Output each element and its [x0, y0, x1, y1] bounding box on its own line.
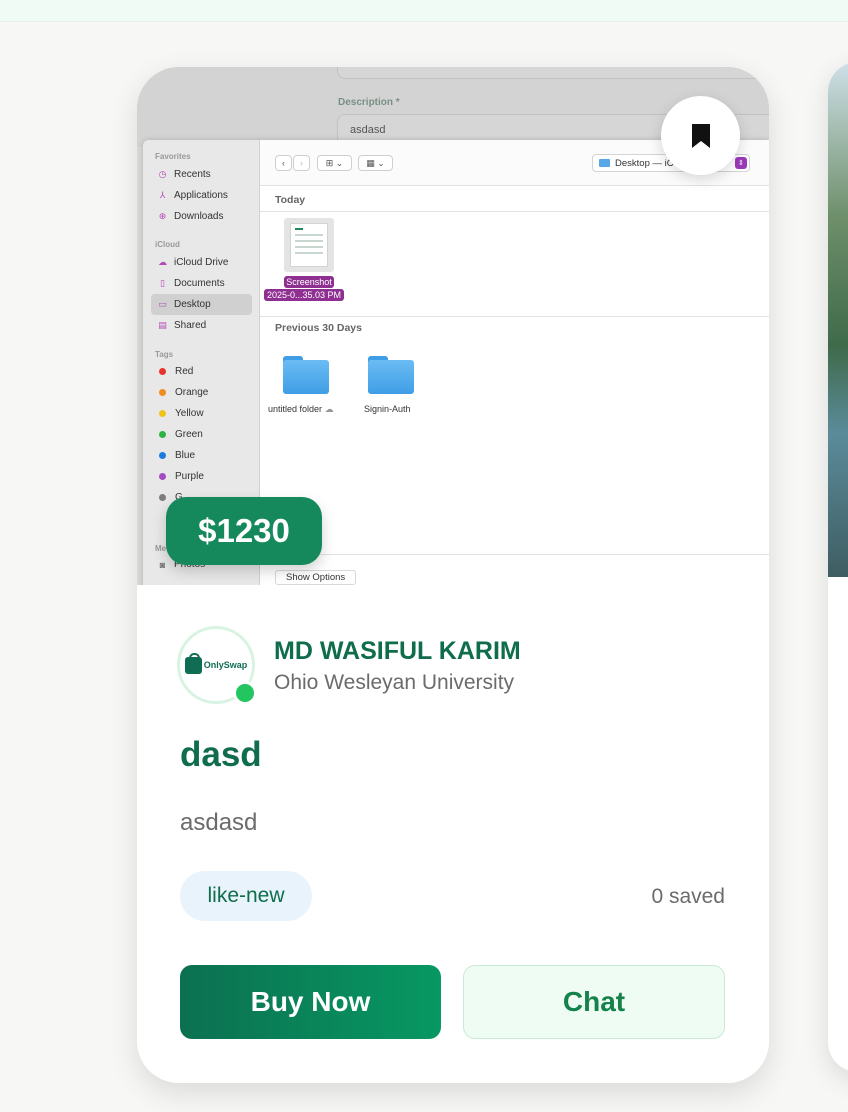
seller-name[interactable]: MD WASIFUL KARIM — [274, 637, 521, 666]
divider — [260, 211, 769, 212]
tag-blue: Blue — [151, 445, 252, 466]
section-today: Today — [275, 194, 306, 206]
show-options-button: Show Options — [275, 570, 357, 585]
sidebar-item-desktop: ▭ Desktop — [151, 294, 252, 315]
tag-yellow: Yellow — [151, 403, 252, 424]
condition-badge: like-new — [180, 871, 312, 921]
screenshot-file-thumbnail — [284, 218, 334, 272]
tag-orange: Orange — [151, 382, 252, 403]
screenshot-file-date: 2025-0...35.03 PM — [264, 289, 345, 301]
folder-icon — [283, 356, 329, 394]
next-listing-image[interactable] — [828, 62, 848, 577]
tag-red: Red — [151, 361, 252, 382]
folder-icon — [599, 159, 610, 167]
sidebar-item-downloads: ⊕ Downloads — [158, 211, 224, 222]
section-previous-30-days: Previous 30 Days — [275, 322, 362, 334]
form-field-top — [337, 67, 769, 79]
tag-green: Green — [151, 424, 252, 445]
onlyswap-logo: OnlySwap — [184, 652, 247, 674]
bookmark-icon — [691, 123, 710, 148]
tag-dot-icon — [159, 494, 166, 501]
clock-icon: ◷ — [158, 169, 167, 179]
listing-title: dasd — [180, 735, 262, 774]
description-field-value: asdasd — [350, 124, 386, 136]
tag-dot-icon — [159, 452, 166, 459]
folder-label-signin-auth: Signin-Auth — [364, 404, 411, 414]
shared-folder-icon: ▤ — [158, 320, 167, 330]
sidebar-item-applications: ⅄ Applications — [151, 185, 252, 206]
listing-image[interactable]: Description * asdasd Favorites ◷ Recents … — [137, 67, 769, 585]
divider — [260, 316, 769, 317]
listing-info: OnlySwap MD WASIFUL KARIM Ohio Wesleyan … — [137, 585, 769, 1083]
tag-dot-icon — [159, 368, 166, 375]
sidebar-section-tags: Tags — [155, 350, 174, 359]
sidebar-section-media: Me — [155, 544, 167, 553]
grid-view-icon: ⊞ ⌄ — [317, 155, 352, 171]
buy-now-button[interactable]: Buy Now — [180, 965, 441, 1039]
camera-icon: ◙ — [159, 559, 166, 570]
chat-button[interactable]: Chat — [463, 965, 725, 1039]
listing-description: asdasd — [180, 809, 258, 836]
group-view-icon: ▦ ⌄ — [358, 155, 393, 171]
cloud-icon: ☁ — [158, 257, 167, 267]
sidebar-item-shared: ▤ Shared — [158, 320, 207, 331]
tag-dot-icon — [159, 410, 166, 417]
back-arrow-icon: ‹ — [275, 155, 292, 171]
sidebar-item-documents: ▯ Documents — [151, 273, 252, 294]
document-icon: ▯ — [160, 278, 165, 288]
sidebar-section-favorites: Favorites — [155, 152, 191, 161]
sidebar-item-recents: ◷ Recents — [158, 169, 211, 180]
screenshot-file-name: Screenshot — [284, 276, 334, 288]
folder-label-untitled: untitled folder ☁ — [268, 404, 334, 414]
saved-count: 0 saved — [651, 885, 725, 908]
online-status-indicator — [233, 681, 257, 705]
applications-icon: ⅄ — [159, 190, 166, 200]
seller-school: Ohio Wesleyan University — [274, 671, 515, 694]
desktop-icon: ▭ — [158, 299, 167, 309]
divider — [260, 554, 769, 555]
tag-dot-icon — [159, 389, 166, 396]
listing-card[interactable]: Description * asdasd Favorites ◷ Recents … — [137, 67, 769, 1083]
description-label: Description * — [338, 97, 400, 108]
download-icon: ⊕ — [158, 211, 167, 221]
stepper-icon: ⇕ — [735, 157, 747, 169]
cloud-download-icon: ☁ — [324, 404, 334, 414]
price-badge: $1230 — [166, 497, 322, 565]
tag-dot-icon — [159, 431, 166, 438]
sidebar-section-icloud: iCloud — [155, 240, 180, 249]
next-listing-card[interactable] — [828, 62, 848, 1072]
tag-purple: Purple — [151, 466, 252, 487]
top-nav-strip — [0, 0, 848, 22]
folder-icon — [368, 356, 414, 394]
tag-dot-icon — [159, 473, 166, 480]
forward-arrow-icon: › — [293, 155, 310, 171]
bookmark-button[interactable] — [661, 96, 740, 175]
shopping-bag-icon — [184, 652, 202, 674]
sidebar-item-icloud-drive: ☁ iCloud Drive — [158, 257, 229, 268]
